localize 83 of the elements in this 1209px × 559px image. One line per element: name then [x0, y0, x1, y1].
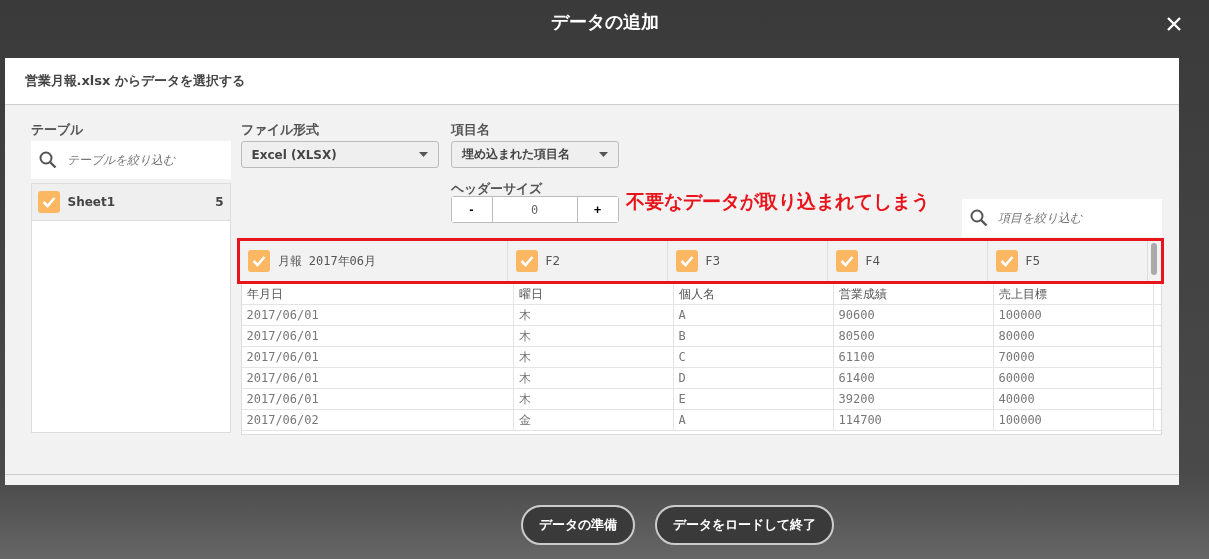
checkbox[interactable]: [247, 250, 270, 272]
tables-label: テーブル: [30, 121, 84, 139]
checkbox[interactable]: [37, 191, 60, 213]
table-cell: 木: [513, 368, 674, 388]
table-cell: C: [673, 347, 834, 367]
header-size-stepper[interactable]: - 0 +: [450, 196, 619, 223]
column-header[interactable]: 月報 2017年06月: [239, 241, 508, 281]
table-cell: 90600: [833, 305, 994, 325]
scrollbar-thumb[interactable]: [1150, 243, 1157, 275]
checkbox[interactable]: [995, 250, 1018, 272]
table-cell: A: [673, 410, 834, 430]
dialog-title: 営業月報.xlsx からデータを選択する: [24, 72, 245, 90]
table-cell: 80500: [833, 326, 994, 346]
checkmark-icon: [251, 255, 266, 267]
checkbox[interactable]: [515, 250, 538, 272]
column-name: 月報 2017年06月: [277, 252, 377, 270]
table-cell: 2017/06/01: [241, 389, 514, 409]
close-icon[interactable]: [1166, 16, 1182, 32]
table-name: Sheet1: [67, 195, 117, 209]
search-icon: [969, 209, 988, 227]
search-box[interactable]: テーブルを絞り込む: [30, 141, 231, 179]
table-cell: 39200: [833, 389, 994, 409]
checkmark-icon: [839, 255, 854, 267]
table-cell: 木: [513, 347, 674, 367]
field-count: 5: [215, 195, 224, 209]
table-cell: B: [673, 326, 834, 346]
column-header[interactable]: F4: [827, 241, 988, 281]
table-cell: 曜日: [513, 284, 674, 304]
table-cell: E: [673, 389, 834, 409]
table-cell: 2017/06/02: [241, 410, 514, 430]
table-cell: 木: [513, 389, 674, 409]
caret-icon: [418, 152, 428, 157]
table-cell: 60000: [993, 368, 1154, 388]
table-cell: 61400: [833, 368, 994, 388]
file-format-dropdown[interactable]: Excel (XLSX): [240, 141, 439, 168]
header-size-label: ヘッダーサイズ: [450, 180, 544, 196]
window-title: データの追加: [550, 10, 659, 34]
table-cell: 個人名: [673, 284, 834, 304]
field-names-dropdown[interactable]: 埋め込まれた項目名: [450, 141, 619, 168]
checkbox[interactable]: [835, 250, 858, 272]
checkmark-icon: [519, 255, 534, 267]
field-names-label: 項目名: [450, 121, 491, 139]
table-cell: 2017/06/01: [241, 326, 514, 346]
search-icon: [38, 151, 57, 169]
table-cell: A: [673, 305, 834, 325]
column-name: F4: [865, 254, 881, 268]
table-cell: 2017/06/01: [241, 368, 514, 388]
checkmark-icon: [679, 255, 694, 267]
column-header[interactable]: F3: [667, 241, 828, 281]
table-cell: 70000: [993, 347, 1154, 367]
caret-icon: [598, 152, 608, 157]
checkmark-icon: [999, 255, 1014, 267]
column-header[interactable]: F2: [507, 241, 668, 281]
table-cell: 営業成績: [833, 284, 994, 304]
table-cell: 40000: [993, 389, 1154, 409]
table-cell: 114700: [833, 410, 994, 430]
footer-button[interactable]: データの準備: [520, 505, 635, 545]
table-cell: 金: [513, 410, 674, 430]
table-cell: 売上目標: [993, 284, 1154, 304]
table-list-item[interactable]: Sheet1 5: [31, 184, 230, 221]
table-cell: 木: [513, 305, 674, 325]
table-search-field[interactable]: テーブルを絞り込む: [64, 152, 219, 168]
table-cell: 80000: [993, 326, 1154, 346]
table-cell: 100000: [993, 305, 1154, 325]
file-format-label: ファイル形式: [240, 121, 320, 139]
table-cell: D: [673, 368, 834, 388]
table-cell: 年月日: [241, 284, 514, 304]
table-cell: 2017/06/01: [241, 347, 514, 367]
checkmark-icon: [41, 196, 56, 208]
header-size-field[interactable]: 0: [491, 197, 578, 222]
checkbox[interactable]: [675, 250, 698, 272]
table-cell: 2017/06/01: [241, 305, 514, 325]
column-name: F2: [545, 254, 561, 268]
field-search-field[interactable]: 項目を絞り込む: [995, 210, 1150, 226]
table-cell: 木: [513, 326, 674, 346]
column-name: F3: [705, 254, 721, 268]
table-cell: 100000: [993, 410, 1154, 430]
column-header[interactable]: F5: [987, 241, 1148, 281]
table-cell: 61100: [833, 347, 994, 367]
search-box[interactable]: 項目を絞り込む: [961, 199, 1162, 237]
footer-button[interactable]: データをロードして終了: [654, 505, 834, 545]
column-name: F5: [1025, 254, 1041, 268]
annotation-text: 不要なデータが取り込まれてしまう: [625, 189, 930, 214]
